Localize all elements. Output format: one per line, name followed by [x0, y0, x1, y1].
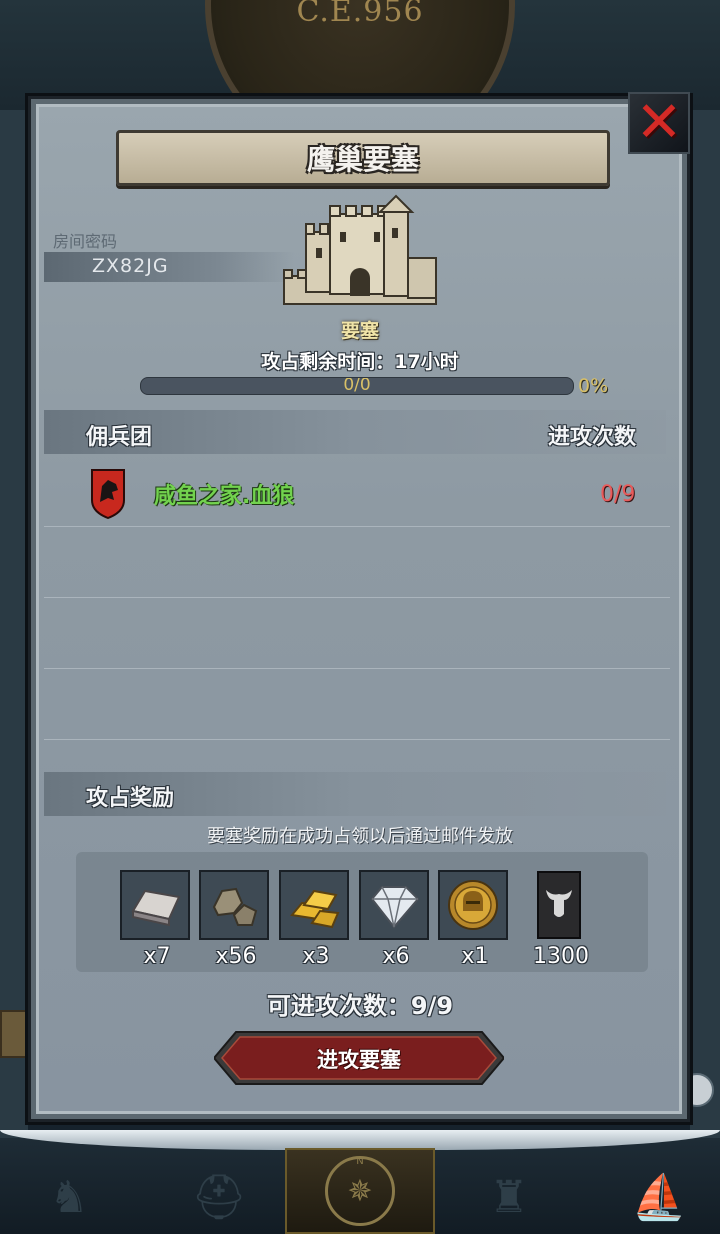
reward-qty: x7: [143, 944, 171, 969]
close-button[interactable]: ✕: [628, 92, 690, 154]
iron-ingot-icon: [120, 870, 190, 940]
castle-nav-icon: ♜: [489, 1171, 529, 1223]
list-divider: [44, 668, 670, 669]
close-x-icon: ✕: [635, 90, 683, 155]
dialog-title: 鹰巢要塞: [306, 143, 419, 176]
attacks-column-header: 进攻次数: [548, 425, 637, 450]
attack-count: 可进攻次数：9/9: [266, 992, 454, 1020]
reward-item[interactable]: x3: [279, 870, 353, 969]
reward-item[interactable]: x56: [199, 870, 273, 969]
era-label: C.E.956: [296, 0, 424, 29]
bull-banner-icon: [524, 870, 594, 940]
room-code-label: 房间密码: [53, 232, 118, 251]
fortress-castle-icon: [283, 194, 437, 305]
capture-progress-bar: 0/0: [140, 377, 574, 395]
guild-attack-count: 0/9: [600, 482, 636, 507]
reward-item[interactable]: x1: [438, 870, 512, 969]
attack-button-label: 进攻要塞: [317, 1048, 401, 1072]
room-code-bar: [44, 252, 294, 282]
reward-qty: x1: [461, 944, 489, 969]
nav-tab-city[interactable]: ♜: [450, 1160, 568, 1234]
reward-item[interactable]: x6: [359, 870, 433, 969]
nav-tab-hero[interactable]: ♞: [10, 1160, 128, 1234]
helmet-medal-icon: [438, 870, 508, 940]
reward-qty: x6: [382, 944, 410, 969]
mercenary-section-title: 佣兵团: [86, 425, 153, 450]
diamond-icon: [359, 870, 429, 940]
reward-qty: x3: [302, 944, 330, 969]
reward-note: 要塞奖励在成功占领以后通过邮件发放: [207, 826, 513, 847]
helmet-icon: ⛑: [191, 1172, 247, 1223]
nav-tab-map[interactable]: N ✵: [285, 1148, 435, 1234]
nav-tab-ship[interactable]: ⛵: [600, 1160, 718, 1234]
attack-fortress-button[interactable]: 进攻要塞: [214, 1030, 504, 1086]
reward-item[interactable]: x7: [120, 870, 194, 969]
room-code-value[interactable]: ZX82JG: [92, 255, 169, 277]
era-banner: C.E.956: [0, 0, 720, 40]
progress-percent: 0%: [578, 375, 609, 397]
knight-icon: ♞: [49, 1171, 89, 1223]
guild-name[interactable]: 咸鱼之家.血狼: [154, 478, 294, 510]
progress-text: 0/0: [343, 377, 371, 395]
list-divider: [44, 739, 670, 740]
gold-bars-icon: [279, 870, 349, 940]
reward-item[interactable]: 1300: [524, 870, 598, 969]
fortress-type-label: 要塞: [340, 320, 379, 342]
reward-qty: 1300: [533, 944, 589, 969]
stone-icon: [199, 870, 269, 940]
list-divider: [44, 526, 670, 527]
rewards-section-title: 攻占奖励: [86, 786, 175, 811]
reward-qty: x56: [215, 944, 257, 969]
wolf-shield-icon: [91, 469, 125, 520]
list-divider: [44, 597, 670, 598]
time-remaining: 攻占剩余时间：17小时: [261, 351, 459, 373]
title-banner: 鹰巢要塞: [116, 130, 610, 186]
ship-icon: ⛵: [631, 1172, 687, 1223]
nav-tab-army[interactable]: ⛑: [160, 1160, 278, 1234]
